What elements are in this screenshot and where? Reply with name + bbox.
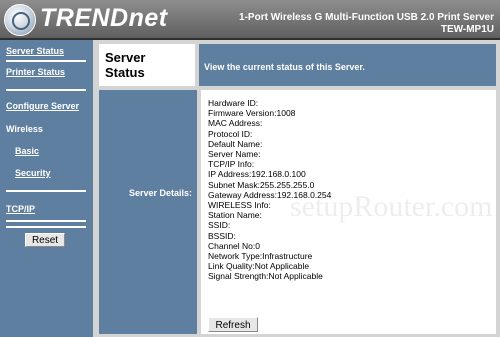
page-description: View the current status of this Server.: [204, 62, 365, 72]
server-detail-item: MAC Address:: [208, 118, 263, 129]
refresh-button[interactable]: Refresh: [208, 317, 258, 332]
sidebar-item-configure-server[interactable]: Configure Server: [6, 101, 79, 111]
sidebar-divider: [6, 220, 86, 222]
product-name: 1-Port Wireless G Multi-Function USB 2.0…: [239, 12, 494, 23]
server-detail-item: Hardware ID:: [208, 98, 259, 108]
sidebar-item-printer-status[interactable]: Printer Status: [6, 67, 65, 77]
sidebar-divider: [6, 89, 86, 91]
trendnet-logo-icon: [4, 4, 36, 36]
reset-button[interactable]: Reset: [25, 233, 65, 247]
brand-logo-text: TRENDnet: [40, 4, 168, 32]
header-bar: TRENDnet 1-Port Wireless G Multi-Functio…: [0, 0, 500, 40]
server-detail-item: IP Address:192.168.0.100: [208, 169, 306, 180]
server-detail-item: Network Type:Infrastructure: [208, 251, 313, 262]
server-detail-item: BSSID:: [208, 230, 236, 241]
sidebar-section-wireless: Wireless: [6, 124, 43, 134]
description-cell: View the current status of this Server.: [199, 44, 496, 86]
server-details-label: Server Details:: [129, 188, 193, 198]
sidebar-item-tcpip[interactable]: TCP/IP: [6, 204, 35, 214]
details-value-cell: Hardware ID: Firmware Version:1008 MAC Add…: [201, 90, 496, 334]
sidebar-item-security[interactable]: Security: [15, 168, 51, 178]
sidebar: Server Status Printer Status Configure S…: [0, 40, 93, 337]
server-detail-item: Subnet Mask:255.255.255.0: [208, 179, 315, 190]
product-info: 1-Port Wireless G Multi-Function USB 2.0…: [239, 12, 494, 36]
server-detail-item: SSID:: [208, 220, 231, 231]
server-detail-item: Firmware Version:1008: [208, 108, 296, 119]
server-detail-item: Protocol ID:: [208, 128, 253, 139]
sidebar-divider: [6, 226, 86, 228]
model-number: TEW-MP1U: [440, 24, 494, 35]
details-label-cell: Server Details:: [99, 90, 197, 334]
sidebar-item-server-status[interactable]: Server Status: [6, 46, 64, 56]
page-title: Server Status: [105, 50, 146, 80]
sidebar-item-basic[interactable]: Basic: [15, 146, 39, 156]
title-cell: Server Status: [99, 44, 195, 86]
sidebar-divider: [6, 60, 86, 62]
server-detail-item: Link Quality:Not Applicable: [208, 261, 310, 272]
server-detail-item: TCP/IP Info:: [208, 159, 255, 170]
server-detail-item: Station Name:: [208, 210, 262, 221]
server-detail-item: Channel No:0: [208, 240, 260, 251]
server-detail-item: Server Name:: [208, 149, 261, 160]
server-detail-item: Gateway Address:192.168.0.254: [208, 189, 332, 200]
server-detail-item: WIRELESS Info:: [208, 200, 271, 211]
server-detail-item: Signal Strength:Not Applicable: [208, 271, 323, 282]
sidebar-divider: [6, 190, 86, 192]
server-details-list: Hardware ID: Firmware Version:1008 MAC Add…: [208, 98, 331, 282]
server-detail-item: Default Name:: [208, 138, 263, 149]
